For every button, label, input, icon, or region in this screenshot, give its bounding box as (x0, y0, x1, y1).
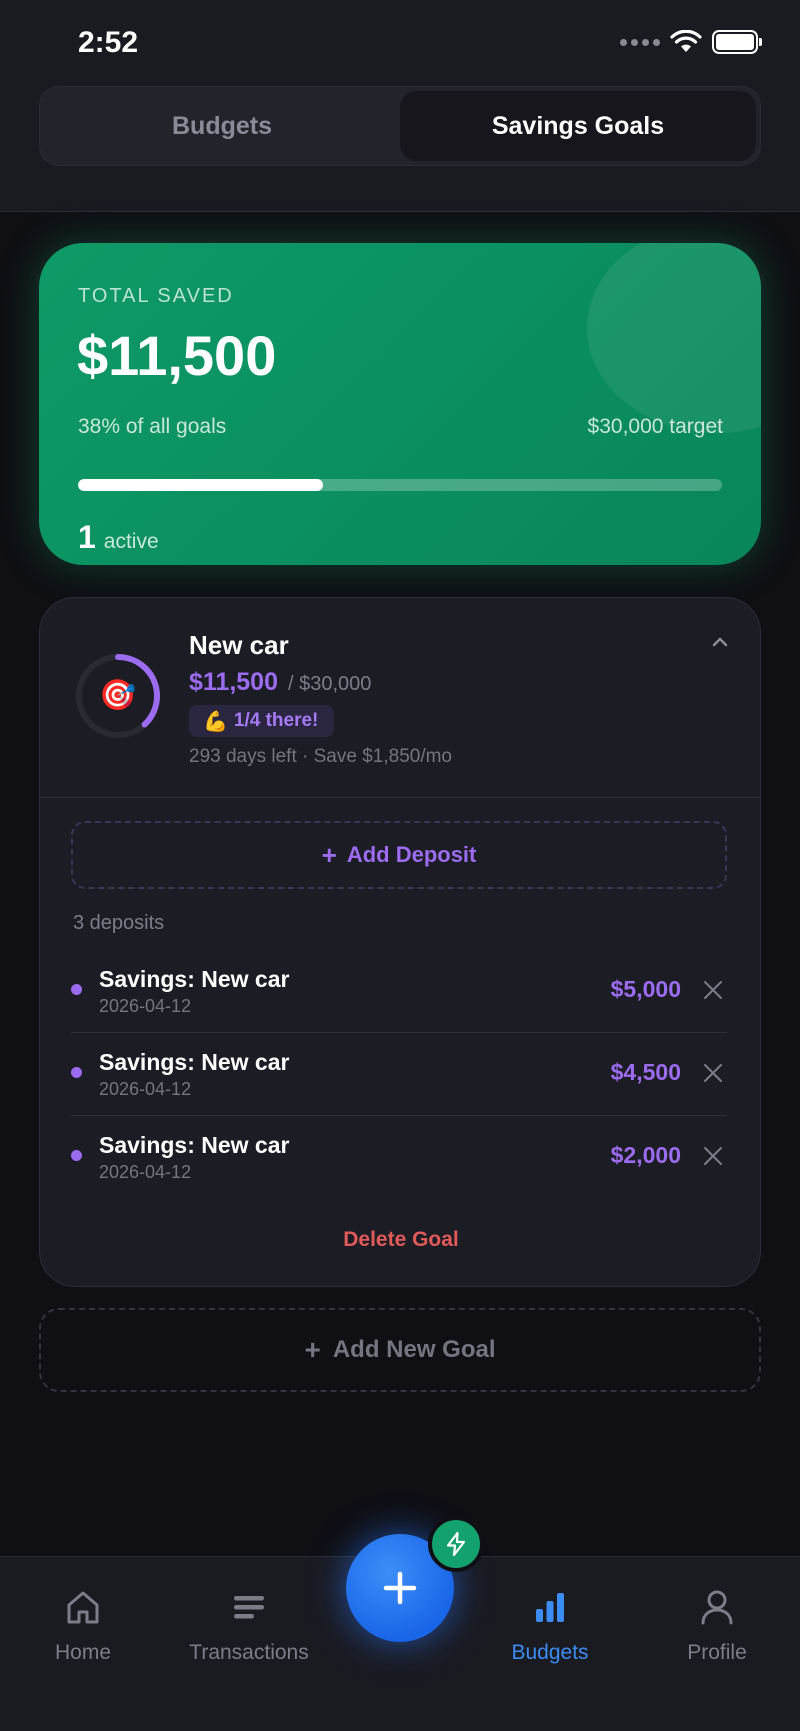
tab-budgets[interactable]: Budgets (470, 1587, 630, 1665)
tab-budgets-label: Budgets (511, 1641, 589, 1664)
bar-chart-icon (536, 1593, 564, 1622)
close-icon[interactable] (701, 1144, 725, 1168)
goal-target-amount: / $30,000 (288, 673, 372, 695)
chevron-up-icon[interactable] (708, 630, 732, 654)
tab-profile[interactable]: Profile (637, 1587, 797, 1665)
add-deposit-label: Add Deposit (346, 842, 477, 867)
main-content: TOTAL SAVED $11,500 38% of all goals $30… (0, 212, 800, 1556)
total-percent-text: 38% of all goals (78, 415, 227, 438)
goal-saved-amount: $11,500 (189, 668, 278, 696)
status-icons (620, 30, 762, 54)
total-progress-bar (78, 479, 722, 491)
add-new-goal-button[interactable]: + Add New Goal (39, 1308, 761, 1392)
deposit-name: Savings: New car (99, 1132, 290, 1158)
segmented-control: Budgets Savings Goals (39, 86, 761, 166)
deposits-count: 3 deposits (73, 912, 165, 934)
flexed-biceps-icon: 💪 (203, 710, 228, 733)
divider (40, 797, 760, 798)
tab-transactions-label: Transactions (189, 1641, 309, 1664)
decorative-circle (587, 243, 761, 433)
deposit-date: 2026-04-12 (99, 1079, 192, 1099)
cellular-signal-icon (620, 38, 660, 46)
total-progress-fill (78, 479, 323, 491)
close-icon[interactable] (701, 978, 725, 1002)
plus-icon (383, 1571, 417, 1605)
deposit-row: Savings: New car 2026-04-12 $2,000 (71, 1116, 727, 1199)
total-target-text: $30,000 target (587, 415, 723, 438)
active-goals-count: 1 active (78, 519, 159, 556)
target-icon: 🎯 (99, 679, 137, 712)
deposit-amount: $4,500 (610, 1059, 681, 1085)
deposit-amount: $2,000 (610, 1142, 681, 1168)
goal-meta: 293 days left · Save $1,850/mo (189, 746, 452, 767)
tab-budgets-segment[interactable]: Budgets (44, 91, 400, 161)
tab-savings-goals-segment[interactable]: Savings Goals (400, 91, 756, 161)
tab-transactions[interactable]: Transactions (169, 1587, 329, 1665)
add-new-goal-label: Add New Goal (332, 1336, 496, 1363)
deposit-date: 2026-04-12 (99, 996, 192, 1016)
deposit-row: Savings: New car 2026-04-12 $5,000 (71, 950, 727, 1033)
add-deposit-button[interactable]: + Add Deposit (71, 821, 727, 889)
status-bar: 2:52 (0, 0, 800, 86)
person-icon (701, 1590, 733, 1625)
total-saved-label: TOTAL SAVED (78, 285, 234, 307)
status-time: 2:52 (78, 26, 139, 59)
deposit-amount: $5,000 (610, 976, 681, 1002)
bullet-dot (71, 1067, 82, 1078)
close-icon[interactable] (701, 1061, 725, 1085)
plus-icon: + (321, 839, 337, 870)
deposit-name: Savings: New car (99, 1049, 290, 1075)
deposit-row: Savings: New car 2026-04-12 $4,500 (71, 1033, 727, 1116)
home-icon (67, 1591, 99, 1624)
deposit-list: Savings: New car 2026-04-12 $5,000 Savin… (71, 950, 727, 1199)
milestone-text: 1/4 there! (233, 710, 319, 731)
bullet-dot (71, 1150, 82, 1161)
goal-amounts: $11,500 / $30,000 (189, 668, 371, 697)
active-count: 1 (78, 519, 96, 555)
list-icon (234, 1596, 264, 1619)
battery-icon (712, 30, 762, 54)
deposit-name: Savings: New car (99, 966, 290, 992)
header: Budgets Savings Goals (0, 86, 800, 212)
goal-title: New car (189, 630, 289, 660)
milestone-badge: 💪 1/4 there! (189, 705, 335, 737)
tab-home[interactable]: Home (3, 1587, 163, 1665)
total-saved-amount: $11,500 (77, 324, 277, 387)
deposit-date: 2026-04-12 (99, 1162, 192, 1182)
quick-action-button[interactable] (428, 1516, 484, 1572)
active-label: active (103, 530, 159, 553)
lightning-bolt-icon (446, 1531, 466, 1557)
delete-goal-button[interactable]: Delete Goal (40, 1228, 760, 1252)
total-saved-card: TOTAL SAVED $11,500 38% of all goals $30… (39, 243, 761, 565)
tab-home-label: Home (54, 1641, 112, 1664)
goal-card: 🎯 New car $11,500 / $30,000 💪 1/4 there!… (39, 597, 761, 1287)
plus-icon: + (304, 1334, 321, 1365)
bullet-dot (71, 984, 82, 995)
wifi-icon (670, 30, 702, 52)
tab-profile-label: Profile (687, 1641, 747, 1664)
